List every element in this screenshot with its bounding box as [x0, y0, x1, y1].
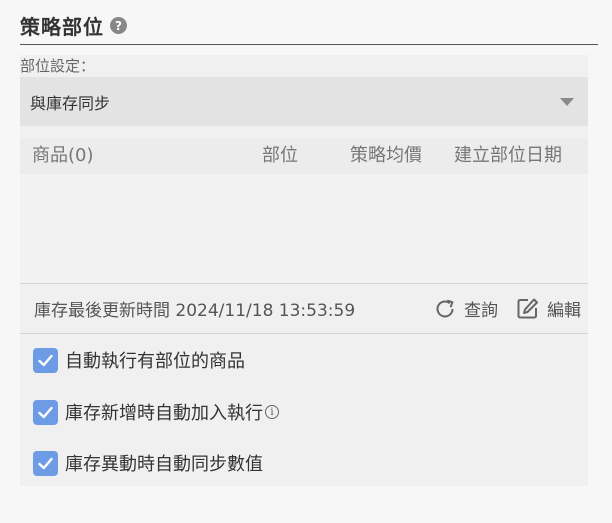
- edit-label: 編輯: [547, 301, 581, 321]
- edit-icon: [517, 298, 538, 319]
- column-header-open-date[interactable]: 建立部位日期: [454, 138, 562, 174]
- position-setting-select[interactable]: 與庫存同步: [20, 77, 588, 126]
- column-header-avg-price[interactable]: 策略均價: [350, 138, 422, 174]
- update-row: 庫存最後更新時間 2024/11/18 13:53:59 查詢 編輯: [20, 284, 588, 333]
- refresh-icon: [436, 299, 454, 317]
- check-icon: [38, 457, 53, 469]
- info-circle-icon[interactable]: i: [265, 405, 279, 419]
- question-circle-icon[interactable]: ?: [110, 17, 127, 34]
- option-label: 庫存異動時自動同步數值: [65, 454, 263, 475]
- edit-button[interactable]: 編輯: [516, 296, 581, 321]
- caret-down-icon: [560, 98, 574, 106]
- query-label: 查詢: [464, 301, 498, 321]
- checkbox-checked[interactable]: [33, 347, 58, 373]
- table-header: 商品(0) 部位 策略均價 建立部位日期: [20, 138, 588, 174]
- check-icon: [38, 354, 53, 366]
- check-icon: [38, 406, 53, 418]
- checkbox-checked[interactable]: [33, 399, 58, 425]
- query-button[interactable]: 查詢: [434, 296, 498, 321]
- option-auto-execute-positions[interactable]: 自動執行有部位的商品: [33, 345, 245, 375]
- column-header-position[interactable]: 部位: [262, 138, 298, 174]
- table-body-empty: [20, 174, 588, 283]
- select-value: 與庫存同步: [30, 93, 111, 113]
- option-auto-add-on-new-inventory[interactable]: 庫存新增時自動加入執行 i: [33, 397, 279, 427]
- last-update-text: 庫存最後更新時間 2024/11/18 13:53:59: [34, 301, 356, 321]
- option-label: 自動執行有部位的商品: [65, 351, 245, 372]
- checkbox-checked[interactable]: [33, 450, 58, 476]
- section-header: 策略部位 ?: [20, 6, 598, 45]
- section-title: 策略部位: [20, 14, 104, 39]
- divider: [20, 333, 588, 334]
- option-label: 庫存新增時自動加入執行: [65, 403, 263, 424]
- strategy-position-panel: 部位設定： 與庫存同步 商品(0) 部位 策略均價 建立部位日期 庫存最後更新時…: [20, 55, 588, 486]
- column-header-product[interactable]: 商品(0): [32, 138, 94, 174]
- option-auto-sync-on-inventory-change[interactable]: 庫存異動時自動同步數值: [33, 448, 263, 478]
- position-setting-label: 部位設定：: [20, 57, 96, 75]
